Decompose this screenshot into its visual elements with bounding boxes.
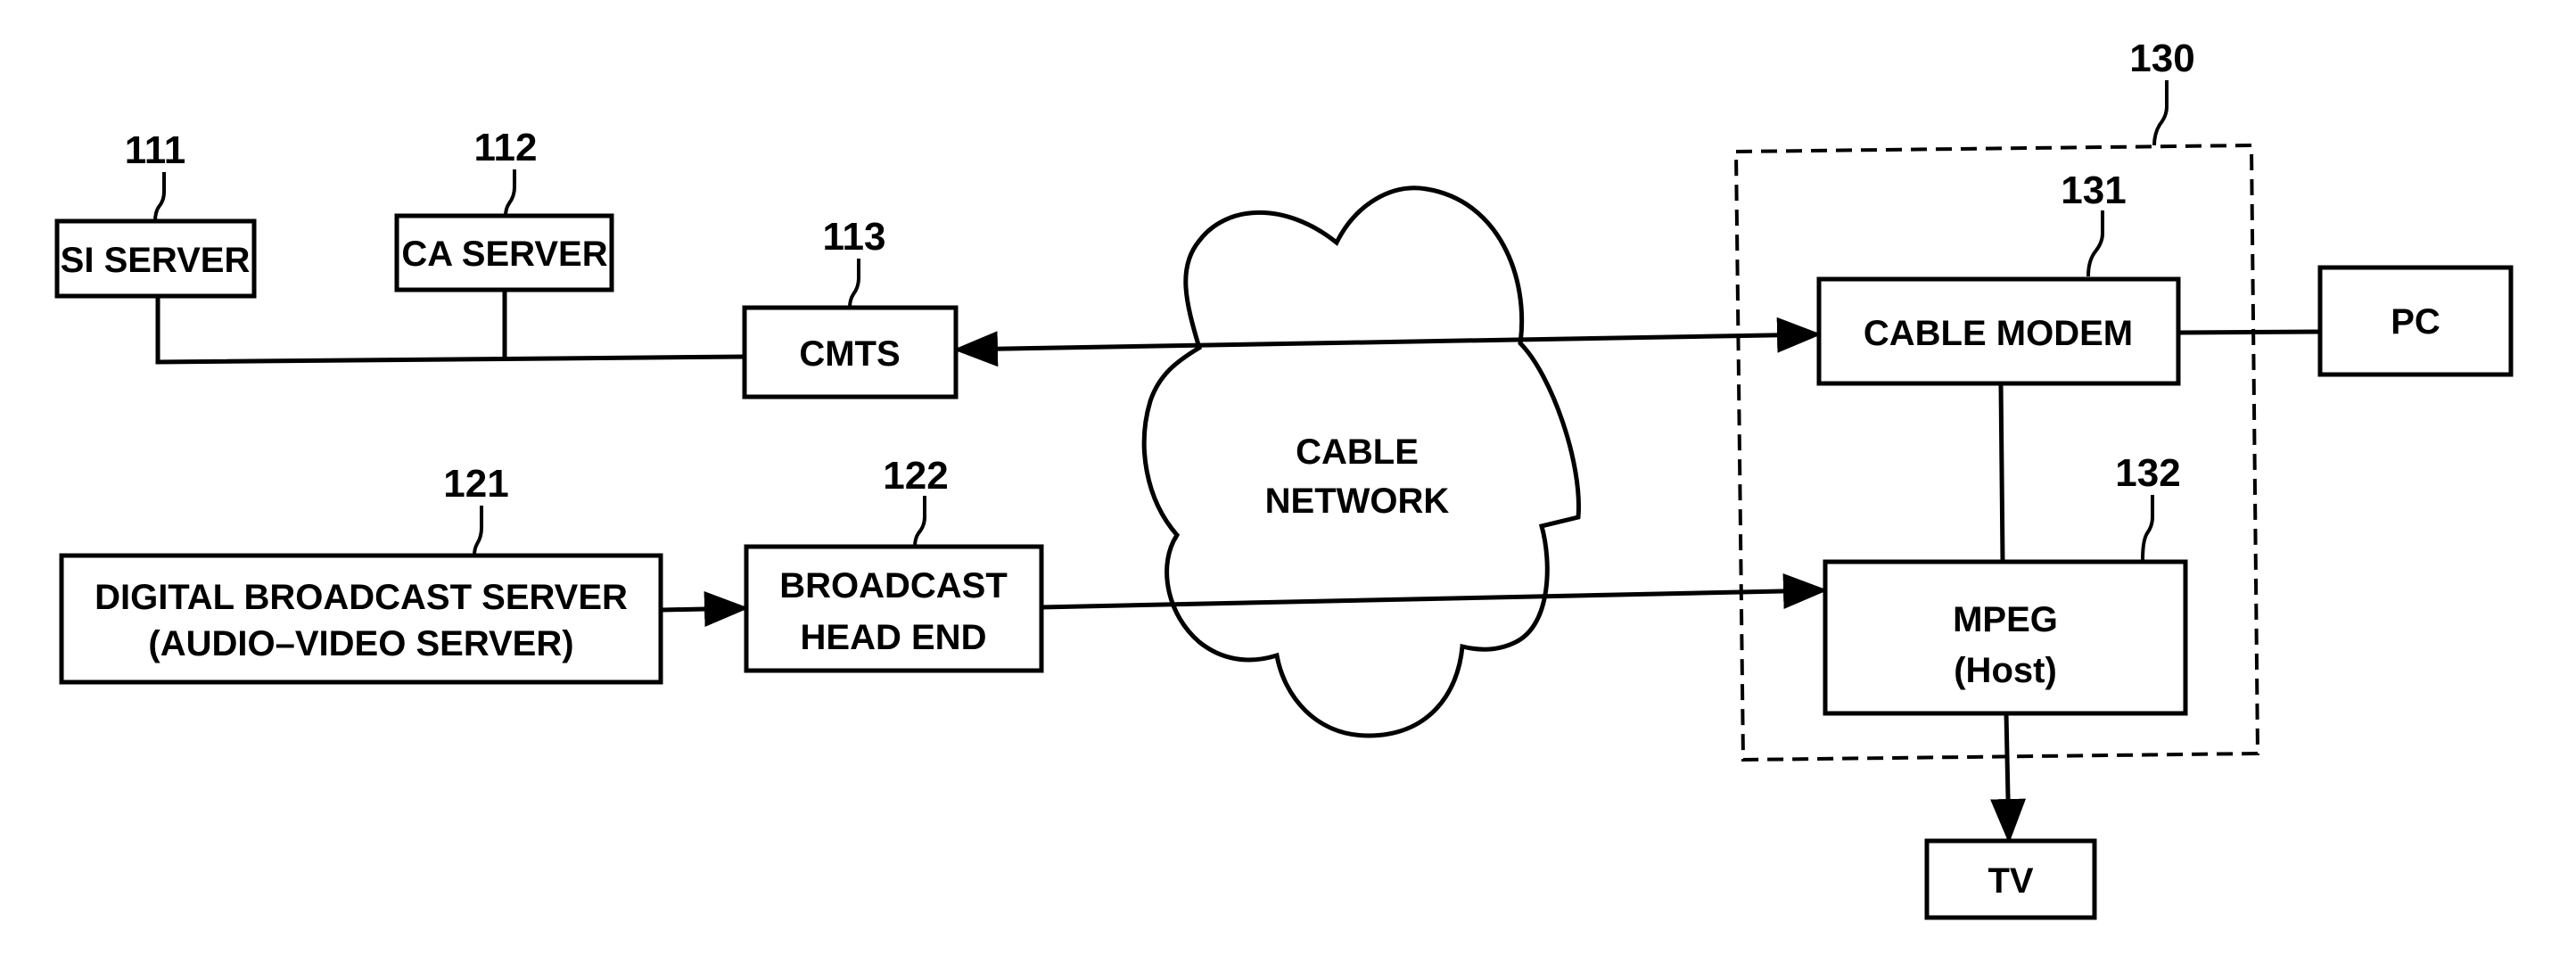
subscriber-unit-leader	[2152, 80, 2169, 146]
cable-network: CABLE NETWORK	[1141, 185, 1581, 738]
broadcast-head-end: BROADCAST HEAD END 122	[744, 454, 1044, 673]
cable-network-label-line1: CABLE	[1296, 432, 1419, 472]
si-server: SI SERVER 111	[54, 128, 257, 299]
broadcast-head-end-leader	[913, 496, 926, 548]
cable-network-label-line2: NETWORK	[1265, 482, 1450, 521]
cmts: CMTS 113	[742, 215, 959, 399]
cable-system-diagram: 130 CABLE NETWORK SI SERVER 111 CA SERVE…	[54, 37, 2514, 920]
si-server-ref: 111	[125, 128, 186, 172]
cable-modem: CABLE MODEM 131	[1816, 169, 2181, 386]
broadcast-head-end-label-line2: HEAD END	[801, 618, 987, 657]
mpeg-host-label-line2: (Host)	[1954, 651, 2057, 690]
ca-server-ref: 112	[474, 126, 538, 169]
mpeg-host-ref: 132	[2115, 451, 2180, 495]
cable-modem-ref: 131	[2061, 169, 2126, 212]
pc-label: PC	[2391, 302, 2440, 342]
tv-label: TV	[1988, 861, 2033, 901]
broadcast-head-end-label-line1: BROADCAST	[779, 566, 1008, 605]
tv: TV	[1924, 838, 2097, 920]
cable-modem-to-mpeg	[1998, 383, 2005, 563]
mpeg-host-leader	[2141, 495, 2154, 561]
mpeg-host-label-line1: MPEG	[1953, 600, 2058, 639]
mpeg-to-tv	[1990, 712, 2027, 844]
digital-broadcast-server-label-line2: (AUDIO–VIDEO SERVER)	[148, 624, 573, 663]
cmts-leader	[848, 259, 860, 309]
cmts-label: CMTS	[799, 334, 900, 374]
digital-broadcast-server-leader	[473, 506, 483, 556]
ca-server-label: CA SERVER	[401, 235, 607, 274]
mpeg-host: MPEG (Host) 132	[1823, 451, 2188, 716]
cable-modem-leader	[2086, 210, 2104, 277]
ca-server-leader	[504, 169, 516, 217]
ca-server: CA SERVER 112	[394, 126, 614, 292]
si-server-label: SI SERVER	[61, 241, 251, 280]
digital-server-to-head-end	[661, 590, 749, 627]
digital-broadcast-server: DIGITAL BROADCAST SERVER (AUDIO–VIDEO SE…	[59, 462, 663, 685]
cable-modem-to-pc	[2177, 329, 2321, 335]
broadcast-head-end-ref: 122	[883, 454, 948, 498]
si-server-to-bus	[155, 296, 745, 365]
cable-modem-label: CABLE MODEM	[1864, 314, 2133, 353]
digital-broadcast-server-ref: 121	[443, 462, 508, 506]
cmts-ref: 113	[823, 215, 886, 259]
si-server-leader	[153, 172, 166, 222]
digital-broadcast-server-label-line1: DIGITAL BROADCAST SERVER	[95, 578, 628, 617]
subscriber-unit-ref: 130	[2129, 37, 2194, 80]
pc: PC	[2317, 265, 2514, 377]
